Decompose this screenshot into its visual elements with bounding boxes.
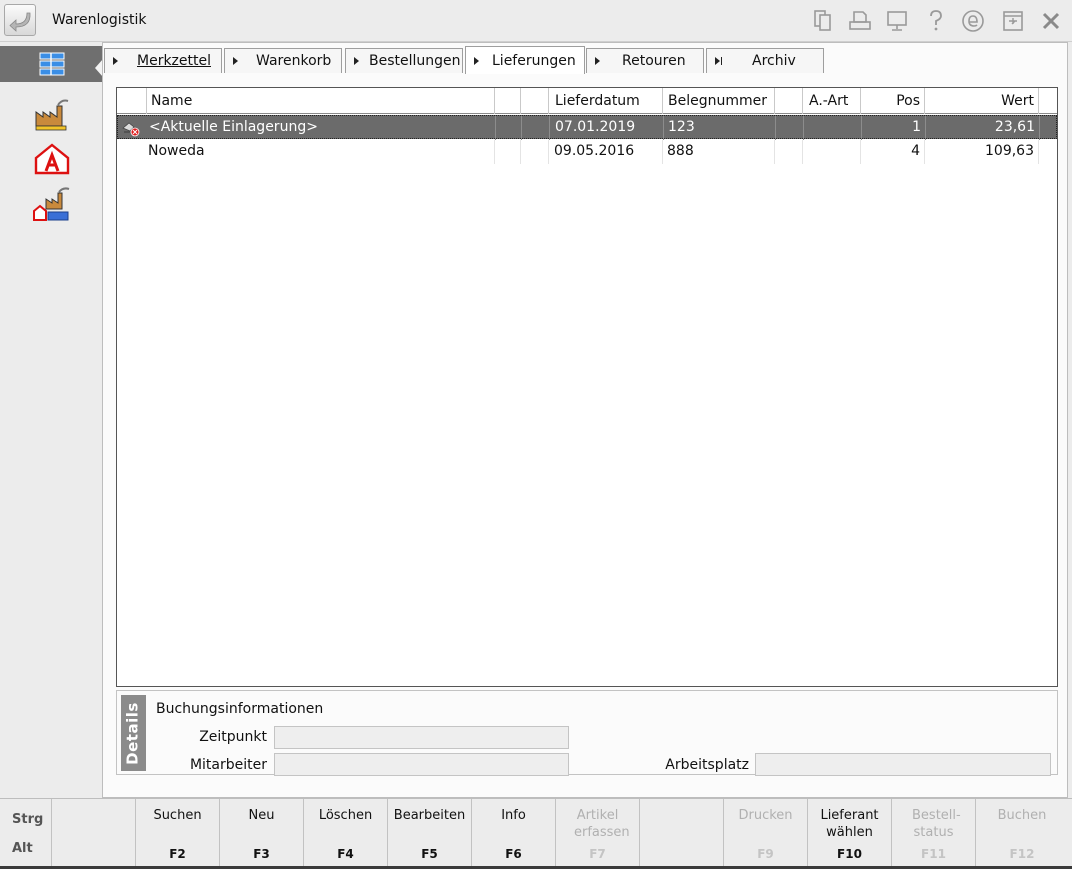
close-icon[interactable] bbox=[1038, 8, 1064, 34]
tab-arrow-icon bbox=[233, 57, 238, 65]
cell-name: <Aktuelle Einlagerung> bbox=[149, 119, 318, 135]
cell-art bbox=[807, 140, 857, 164]
zeitpunkt-field[interactable] bbox=[274, 726, 569, 749]
tab-arrow-icon bbox=[595, 57, 600, 65]
cell-lieferdatum: 09.05.2016 bbox=[554, 143, 635, 159]
table-row[interactable]: Noweda 09.05.2016 888 4 109,63 bbox=[117, 140, 1057, 164]
column-header-wert[interactable]: Wert bbox=[925, 88, 1039, 114]
table-header: Name Lieferdatum Belegnummer A.-Art Pos … bbox=[117, 88, 1057, 114]
main-panel: Merkzettel Warenkorb Bestellungen Liefer… bbox=[102, 42, 1068, 798]
arbeitsplatz-label: Arbeitsplatz bbox=[665, 757, 749, 773]
cell-wert: 109,63 bbox=[985, 143, 1034, 159]
list-stack-icon bbox=[39, 52, 65, 76]
pharmacy-house-icon[interactable] bbox=[30, 140, 74, 178]
buchen-button[interactable]: Buchen F12 bbox=[976, 799, 1068, 867]
bearbeiten-button[interactable]: Bearbeiten F5 bbox=[388, 799, 472, 867]
tab-warenkorb[interactable]: Warenkorb bbox=[224, 48, 342, 73]
details-panel: Details Buchungsinformationen Zeitpunkt … bbox=[116, 690, 1058, 776]
title-bar: Warenlogistik bbox=[0, 0, 1072, 42]
monitor-icon[interactable] bbox=[884, 8, 910, 34]
loeschen-button[interactable]: Löschen F4 bbox=[304, 799, 388, 867]
details-tab[interactable]: Details bbox=[121, 695, 146, 771]
drucken-button[interactable]: Drucken F9 bbox=[724, 799, 808, 867]
sidebar-item-warenlogistik[interactable] bbox=[0, 46, 103, 82]
cell-art bbox=[808, 116, 858, 140]
fkey-empty bbox=[52, 799, 136, 867]
tab-merkzettel[interactable]: Merkzettel bbox=[104, 48, 222, 73]
cell-wert: 23,61 bbox=[994, 119, 1035, 135]
modifier-keys: Strg Alt bbox=[0, 799, 52, 867]
tab-arrow-icon bbox=[354, 57, 359, 65]
cell-pos: 4 bbox=[911, 143, 920, 159]
tab-lieferungen[interactable]: Lieferungen bbox=[465, 46, 585, 74]
help-icon[interactable] bbox=[923, 8, 949, 34]
suchen-button[interactable]: Suchen F2 bbox=[136, 799, 220, 867]
mitarbeiter-label: Mitarbeiter bbox=[189, 757, 267, 773]
back-arrow-icon bbox=[9, 12, 31, 32]
artikel-erfassen-button[interactable]: Artikel erfassen F7 bbox=[556, 799, 640, 867]
column-header-pos[interactable]: Pos bbox=[861, 88, 925, 114]
copy-icon[interactable] bbox=[810, 8, 836, 34]
window-icon[interactable] bbox=[1000, 8, 1026, 34]
alt-modifier[interactable]: Alt bbox=[12, 841, 33, 856]
arbeitsplatz-field[interactable] bbox=[755, 753, 1051, 776]
receiving-status-icon bbox=[122, 122, 140, 137]
zeitpunkt-label: Zeitpunkt bbox=[199, 729, 267, 745]
column-header-art[interactable]: A.-Art bbox=[803, 88, 861, 114]
tab-skip-icon bbox=[715, 57, 720, 65]
bestellstatus-button[interactable]: Bestell-status F11 bbox=[892, 799, 976, 867]
fkey-empty bbox=[640, 799, 724, 867]
cell-lieferdatum: 07.01.2019 bbox=[555, 119, 636, 135]
info-button[interactable]: Info F6 bbox=[472, 799, 556, 867]
e-circle-icon[interactable] bbox=[960, 8, 986, 34]
window-title: Warenlogistik bbox=[52, 12, 147, 28]
strg-modifier[interactable]: Strg bbox=[12, 812, 43, 827]
column-header-name[interactable]: Name bbox=[147, 88, 495, 114]
lieferant-waehlen-button[interactable]: Lieferant wählen F10 bbox=[808, 799, 892, 867]
module-sidebar bbox=[0, 42, 103, 798]
tab-archiv[interactable]: Archiv bbox=[706, 48, 824, 73]
column-header-belegnummer[interactable]: Belegnummer bbox=[663, 88, 775, 114]
back-button[interactable] bbox=[4, 4, 36, 36]
cell-name: Noweda bbox=[148, 143, 205, 159]
function-key-bar: Strg Alt Suchen F2 Neu F3 Löschen F4 Bea… bbox=[0, 798, 1072, 869]
table-row[interactable]: <Aktuelle Einlagerung> 07.01.2019 123 1 … bbox=[117, 115, 1057, 140]
neu-button[interactable]: Neu F3 bbox=[220, 799, 304, 867]
deliveries-table[interactable]: Name Lieferdatum Belegnummer A.-Art Pos … bbox=[116, 87, 1058, 687]
print-icon[interactable] bbox=[847, 8, 873, 34]
tab-bestellungen[interactable]: Bestellungen bbox=[345, 48, 463, 73]
mitarbeiter-field[interactable] bbox=[274, 753, 569, 776]
tab-retouren[interactable]: Retouren bbox=[586, 48, 704, 73]
cell-pos: 1 bbox=[912, 119, 921, 135]
cell-belegnummer: 123 bbox=[668, 119, 695, 135]
details-heading: Buchungsinformationen bbox=[156, 701, 324, 717]
tab-arrow-icon bbox=[113, 57, 118, 65]
tab-arrow-icon bbox=[474, 57, 479, 65]
cell-belegnummer: 888 bbox=[667, 143, 694, 159]
column-header-lieferdatum[interactable]: Lieferdatum bbox=[549, 88, 663, 114]
factory-transfer-icon[interactable] bbox=[30, 185, 74, 223]
factory-icon[interactable] bbox=[30, 96, 74, 134]
